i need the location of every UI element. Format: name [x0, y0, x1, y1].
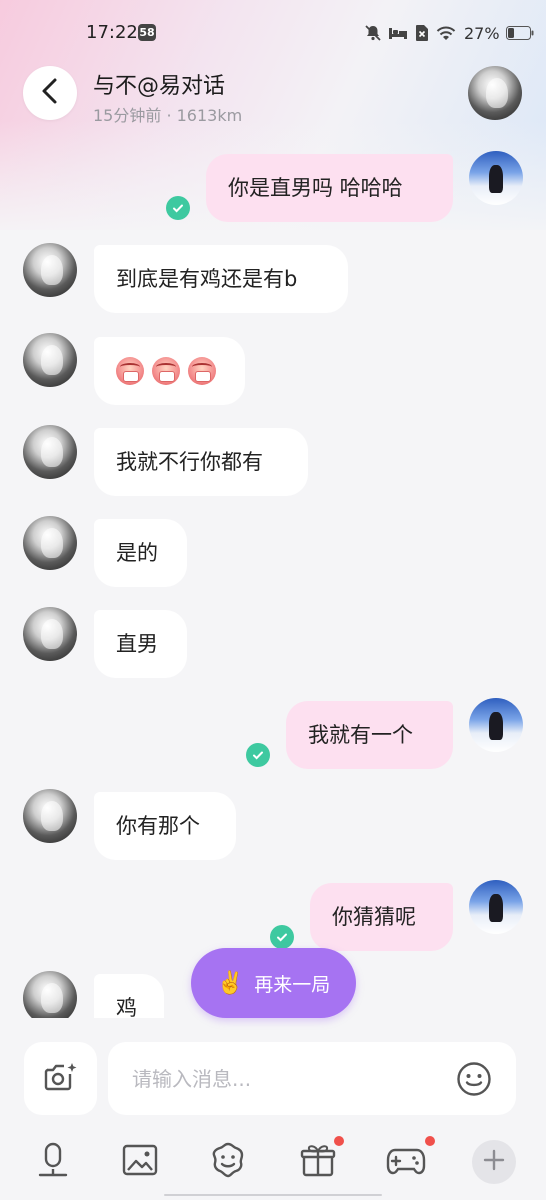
gamepad-icon: [386, 1144, 426, 1180]
partner-avatar[interactable]: [23, 607, 77, 661]
my-avatar[interactable]: [469, 698, 523, 752]
chevron-left-icon: [40, 77, 60, 109]
chat-title: 与不@易对话: [93, 74, 226, 99]
sim-off-icon: [414, 24, 430, 42]
play-again-label: 再来一局: [254, 973, 331, 996]
outgoing-message-bubble[interactable]: 你是直男吗 哈哈哈: [206, 154, 453, 222]
partner-avatar[interactable]: [23, 789, 77, 843]
battery-percent: 27%: [464, 23, 500, 43]
plus-icon: [483, 1149, 505, 1175]
read-check-icon: [166, 196, 190, 220]
bed-icon: [388, 25, 408, 41]
partner-avatar[interactable]: [23, 333, 77, 387]
sticker-button[interactable]: [206, 1140, 250, 1184]
angry-face-sticker-icon: [188, 357, 216, 385]
home-indicator: [164, 1194, 382, 1196]
image-icon: [122, 1144, 158, 1180]
victory-hand-icon: ✌️: [216, 970, 245, 996]
angry-face-sticker-icon: [152, 357, 180, 385]
outgoing-message-bubble[interactable]: 我就有一个: [286, 701, 453, 769]
incoming-message-bubble[interactable]: 到底是有鸡还是有b: [94, 245, 348, 313]
my-avatar[interactable]: [469, 880, 523, 934]
angry-face-sticker-icon: [116, 357, 144, 385]
gift-button[interactable]: [296, 1134, 346, 1184]
play-again-button[interactable]: ✌️ 再来一局: [191, 948, 356, 1018]
my-avatar[interactable]: [469, 151, 523, 205]
partner-avatar[interactable]: [23, 971, 77, 1025]
notification-count-badge: 58: [138, 24, 156, 41]
camera-button[interactable]: [24, 1042, 97, 1115]
sticker-icon: [209, 1141, 247, 1183]
status-icons: 27%: [364, 23, 534, 43]
mute-bell-icon: [364, 24, 382, 42]
gift-icon: [300, 1142, 336, 1182]
emoji-smile-icon[interactable]: [456, 1061, 492, 1097]
game-button[interactable]: [384, 1134, 437, 1184]
partner-avatar[interactable]: [23, 243, 77, 297]
image-button[interactable]: [118, 1140, 162, 1184]
read-check-icon: [270, 925, 294, 949]
incoming-message-bubble[interactable]: 我就不行你都有: [94, 428, 308, 496]
game-notification-dot: [423, 1134, 437, 1148]
gift-notification-dot: [332, 1134, 346, 1148]
back-button[interactable]: [23, 66, 77, 120]
voice-button[interactable]: [31, 1140, 75, 1184]
incoming-emoji-bubble[interactable]: [94, 337, 245, 405]
outgoing-message-bubble[interactable]: 你猜猜呢: [310, 883, 453, 951]
chat-toolbar: [0, 1118, 546, 1200]
partner-profile-avatar[interactable]: [468, 66, 522, 120]
partner-avatar[interactable]: [23, 425, 77, 479]
read-check-icon: [246, 743, 270, 767]
chat-subtitle: 15分钟前 · 1613km: [93, 106, 243, 125]
status-time: 17:22: [86, 22, 138, 43]
incoming-message-bubble[interactable]: 你有那个: [94, 792, 236, 860]
message-input-container[interactable]: [108, 1042, 516, 1115]
battery-icon: [505, 26, 534, 40]
wifi-icon: [436, 25, 456, 41]
more-button[interactable]: [472, 1140, 516, 1184]
partner-avatar[interactable]: [23, 516, 77, 570]
camera-sparkle-icon: [43, 1061, 79, 1097]
incoming-message-bubble[interactable]: 直男: [94, 610, 187, 678]
message-input[interactable]: [132, 1066, 452, 1091]
status-bar: 17:22 58 27%: [0, 0, 546, 64]
incoming-message-bubble[interactable]: 是的: [94, 519, 187, 587]
microphone-icon: [36, 1141, 70, 1183]
